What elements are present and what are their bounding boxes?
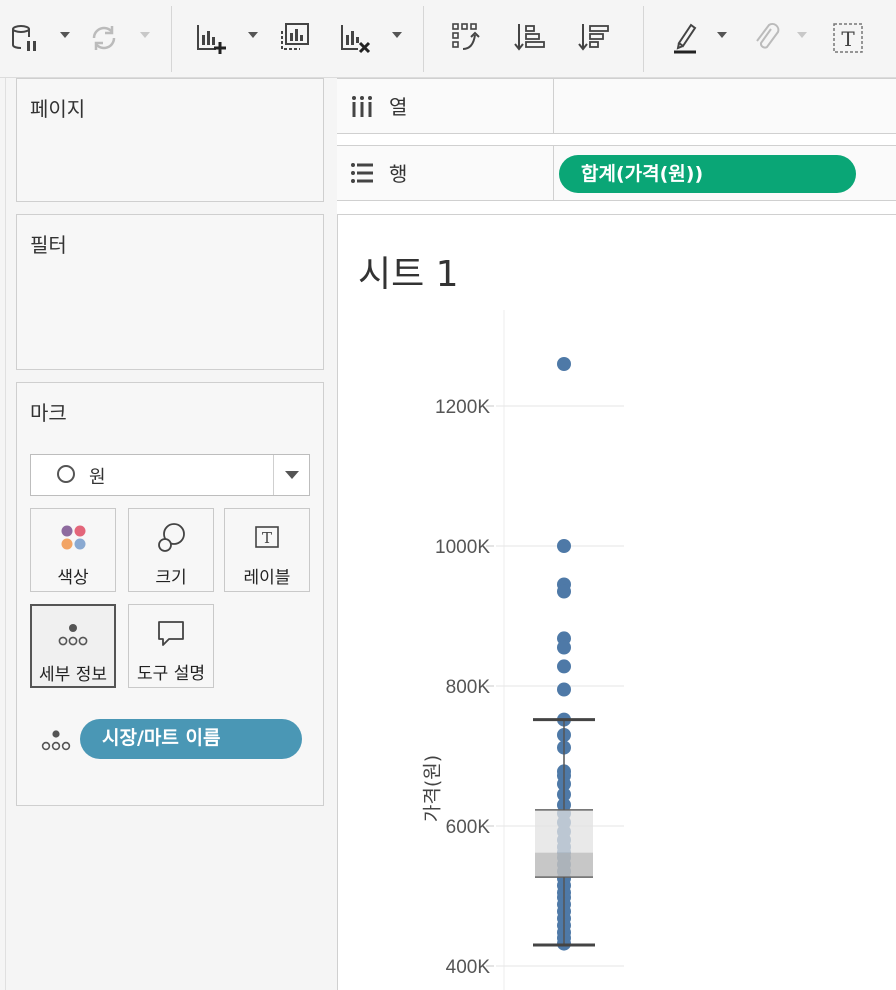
- highlight-icon[interactable]: [666, 18, 706, 58]
- size-label: 크기: [155, 568, 187, 588]
- rows-icon: [351, 163, 373, 183]
- chevron-down-icon[interactable]: [392, 32, 402, 38]
- duplicate-sheet-icon[interactable]: [275, 18, 315, 58]
- color-button[interactable]: 색상: [30, 508, 116, 592]
- data-point: [557, 584, 571, 599]
- y-tick-label: 600K: [446, 817, 491, 838]
- marks-card: 마크 원 색상 크기 T 레이블 세부 정보 도구 설명 시장/마트 이름: [16, 382, 324, 806]
- chevron-down-icon[interactable]: [248, 32, 258, 38]
- y-tick-label: 1200K: [435, 397, 490, 418]
- label-label: 레이블: [243, 568, 291, 588]
- swap-rows-columns-icon[interactable]: [446, 18, 486, 58]
- chevron-down-icon[interactable]: [273, 455, 309, 495]
- tooltip-icon: [129, 617, 213, 651]
- detail-icon: [39, 728, 73, 754]
- y-tick-label: 1000K: [435, 537, 490, 558]
- box-upper: [535, 809, 593, 853]
- columns-shelf[interactable]: 열: [337, 78, 896, 134]
- detail-label: 세부 정보: [39, 665, 107, 685]
- box-lower: [535, 852, 593, 878]
- svg-text:T: T: [841, 27, 855, 51]
- toolbar-divider: [643, 6, 644, 72]
- pages-card[interactable]: 페이지: [16, 78, 324, 202]
- tooltip-label: 도구 설명: [137, 664, 205, 684]
- group-members-icon: [746, 18, 786, 58]
- rows-field-pill[interactable]: 합계(가격(원)): [559, 155, 856, 193]
- filters-card[interactable]: 필터: [16, 214, 324, 370]
- filters-title: 필터: [30, 233, 67, 257]
- columns-icon: [352, 96, 372, 117]
- svg-text:T: T: [262, 529, 272, 547]
- mark-type-value: 원: [89, 467, 106, 488]
- data-source-pause-icon[interactable]: [4, 18, 44, 58]
- detail-icon: [32, 618, 114, 652]
- text-label-icon: T: [225, 521, 309, 555]
- viz-view: 시트 1 가격(원) 400K 600K 800K 1000K 1200K: [337, 214, 896, 990]
- circle-icon: [57, 465, 75, 483]
- tooltip-button[interactable]: 도구 설명: [128, 604, 214, 688]
- rows-shelf[interactable]: 행 합계(가격(원)): [337, 145, 896, 201]
- toolbar-divider: [423, 6, 424, 72]
- toolbar-divider: [171, 6, 172, 72]
- pages-title: 페이지: [30, 97, 86, 121]
- columns-shelf-label: 열: [337, 79, 554, 133]
- size-icon: [129, 521, 213, 555]
- chevron-down-icon[interactable]: [60, 32, 70, 38]
- chart-svg: 400K 600K 800K 1000K 1200K: [435, 310, 624, 990]
- columns-label: 열: [389, 95, 408, 119]
- data-point: [557, 682, 571, 697]
- data-point: [557, 357, 571, 371]
- data-point: [557, 659, 571, 674]
- data-pane-edge: [0, 78, 6, 990]
- rows-shelf-label: 행: [337, 146, 554, 200]
- mark-type-dropdown[interactable]: 원: [30, 454, 310, 496]
- sort-descending-icon[interactable]: [574, 18, 614, 58]
- chevron-down-icon: [140, 32, 150, 38]
- new-worksheet-icon[interactable]: [190, 18, 230, 58]
- size-button[interactable]: 크기: [128, 508, 214, 592]
- rows-label: 행: [389, 162, 408, 186]
- toolbar: T: [0, 0, 896, 78]
- y-tick-label: 800K: [446, 677, 491, 698]
- color-label: 색상: [57, 568, 89, 588]
- chevron-down-icon: [797, 32, 807, 38]
- show-mark-labels-icon[interactable]: T: [828, 18, 868, 58]
- y-tick-label: 400K: [446, 957, 491, 978]
- label-button[interactable]: T 레이블: [224, 508, 310, 592]
- detail-field-pill[interactable]: 시장/마트 이름: [80, 719, 302, 759]
- chevron-down-icon[interactable]: [717, 32, 727, 38]
- data-point: [557, 539, 571, 553]
- sort-ascending-icon[interactable]: [510, 18, 550, 58]
- refresh-icon[interactable]: [84, 18, 124, 58]
- marks-title: 마크: [30, 401, 67, 425]
- data-point: [557, 640, 571, 655]
- clear-sheet-icon[interactable]: [334, 18, 374, 58]
- detail-button[interactable]: 세부 정보: [30, 604, 116, 688]
- color-icon: [31, 521, 115, 555]
